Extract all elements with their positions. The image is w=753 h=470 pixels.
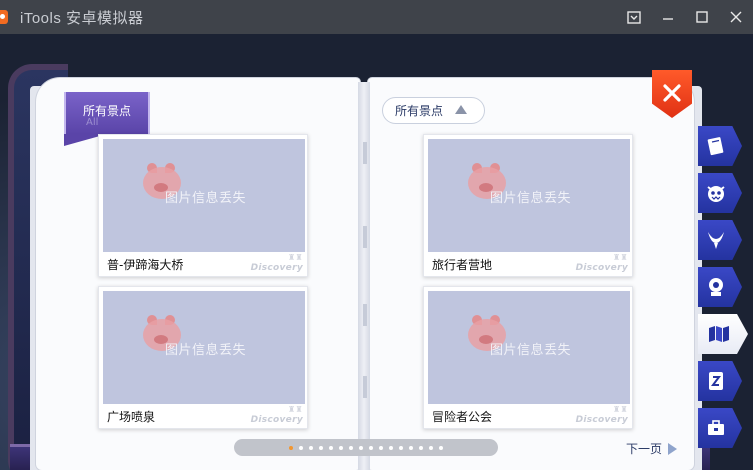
- spot-card[interactable]: 图片信息丢失 普-伊蹄海大桥 ♜♜ Discovery: [98, 134, 308, 277]
- spot-card[interactable]: 图片信息丢失 旅行者营地 ♜♜ Discovery: [423, 134, 633, 277]
- image-missing-text: 图片信息丢失: [490, 191, 572, 206]
- spine-segment: [363, 226, 367, 248]
- minimize-icon: [663, 18, 673, 20]
- spot-image: 图片信息丢失: [103, 291, 305, 404]
- ribbon-label: 所有景点: [82, 104, 131, 118]
- page-dot[interactable]: [439, 445, 443, 450]
- page-dot[interactable]: [319, 445, 323, 450]
- spine-segment: [363, 376, 367, 398]
- spot-image: 图片信息丢失: [103, 139, 305, 252]
- triangle-up-icon: [455, 105, 468, 114]
- window-controls: [617, 0, 753, 34]
- watermark-text: Discovery: [250, 415, 303, 425]
- itools-logo-icon: [0, 9, 12, 25]
- spot-image: 图片信息丢失: [428, 291, 630, 404]
- watermark-text: Discovery: [575, 415, 628, 425]
- spot-name: 冒险者公会: [432, 410, 493, 424]
- npc-icon: [709, 278, 723, 296]
- page-dot[interactable]: [399, 445, 403, 450]
- monster-face-icon: [707, 186, 725, 202]
- page-dot[interactable]: [289, 445, 293, 450]
- toolbox-icon: [708, 420, 724, 435]
- page-dot[interactable]: [389, 445, 393, 450]
- page-dot[interactable]: [369, 445, 373, 450]
- close-icon: [730, 11, 742, 23]
- page-dot[interactable]: [379, 445, 383, 450]
- atlas-book: 所有景点 All 所有景点 图片信息丢失 普-伊蹄海大桥 ♜♜ Discovery…: [30, 78, 702, 470]
- book-icon: [707, 137, 724, 156]
- discovery-watermark: ♜♜ Discovery: [250, 253, 303, 273]
- close-icon: [663, 84, 681, 102]
- page-dot[interactable]: [359, 445, 363, 450]
- image-missing-text: 图片信息丢失: [165, 191, 247, 206]
- flag-map-icon: [709, 326, 729, 342]
- window-title: iTools 安卓模拟器: [20, 9, 144, 27]
- arrow-right-icon: [668, 442, 678, 455]
- spot-image: 图片信息丢失: [428, 139, 630, 252]
- page-dot[interactable]: [349, 445, 353, 450]
- next-page-button[interactable]: 下一页: [626, 440, 678, 457]
- maximize-icon: [696, 11, 708, 23]
- page-dot[interactable]: [329, 445, 333, 450]
- discovery-watermark: ♜♜ Discovery: [575, 253, 628, 273]
- side-tab-map[interactable]: [698, 314, 748, 354]
- horns-icon: [708, 232, 724, 249]
- page-dot[interactable]: [429, 445, 433, 450]
- spine-segment: [363, 304, 367, 326]
- book-spine: [358, 82, 370, 470]
- image-missing-text: 图片信息丢失: [165, 343, 247, 358]
- spine-segment: [363, 142, 367, 164]
- page-dot[interactable]: [299, 445, 303, 450]
- page-dot[interactable]: [339, 445, 343, 450]
- discovery-watermark: ♜♜ Discovery: [250, 405, 303, 425]
- side-tab-monster[interactable]: [698, 173, 742, 213]
- card-icon: [709, 372, 723, 390]
- maximize-button[interactable]: [685, 0, 719, 34]
- category-dropdown[interactable]: 所有景点: [382, 97, 485, 124]
- emulator-screen: 所有景点 All 所有景点 图片信息丢失 普-伊蹄海大桥 ♜♜ Discovery…: [0, 34, 753, 470]
- spot-name: 旅行者营地: [432, 258, 493, 272]
- minimize-button[interactable]: [651, 0, 685, 34]
- page-dot[interactable]: [409, 445, 413, 450]
- side-tab-npc[interactable]: [698, 267, 742, 307]
- side-tab-horns[interactable]: [698, 220, 742, 260]
- minimize-to-tray-button[interactable]: [617, 0, 651, 34]
- discovery-watermark: ♜♜ Discovery: [575, 405, 628, 425]
- ribbon-sublabel: All: [86, 117, 99, 128]
- page-indicator[interactable]: [234, 439, 498, 456]
- spot-name: 广场喷泉: [107, 410, 156, 424]
- spot-name: 普-伊蹄海大桥: [107, 258, 184, 272]
- watermark-text: Discovery: [575, 263, 628, 273]
- side-tab-book[interactable]: [698, 126, 742, 166]
- tray-icon: [627, 10, 641, 24]
- page-dot[interactable]: [309, 445, 313, 450]
- watermark-text: Discovery: [250, 263, 303, 273]
- title-bar: iTools 安卓模拟器: [0, 0, 753, 34]
- page-dot[interactable]: [419, 445, 423, 450]
- next-page-label: 下一页: [626, 442, 663, 456]
- category-dropdown-label: 所有景点: [395, 104, 444, 118]
- close-panel-button[interactable]: [652, 70, 692, 118]
- spot-card[interactable]: 图片信息丢失 冒险者公会 ♜♜ Discovery: [423, 286, 633, 429]
- side-tab-toolbox[interactable]: [698, 408, 742, 448]
- image-missing-text: 图片信息丢失: [490, 343, 572, 358]
- side-tab-card[interactable]: [698, 361, 742, 401]
- window-close-button[interactable]: [719, 0, 753, 34]
- spot-card[interactable]: 图片信息丢失 广场喷泉 ♜♜ Discovery: [98, 286, 308, 429]
